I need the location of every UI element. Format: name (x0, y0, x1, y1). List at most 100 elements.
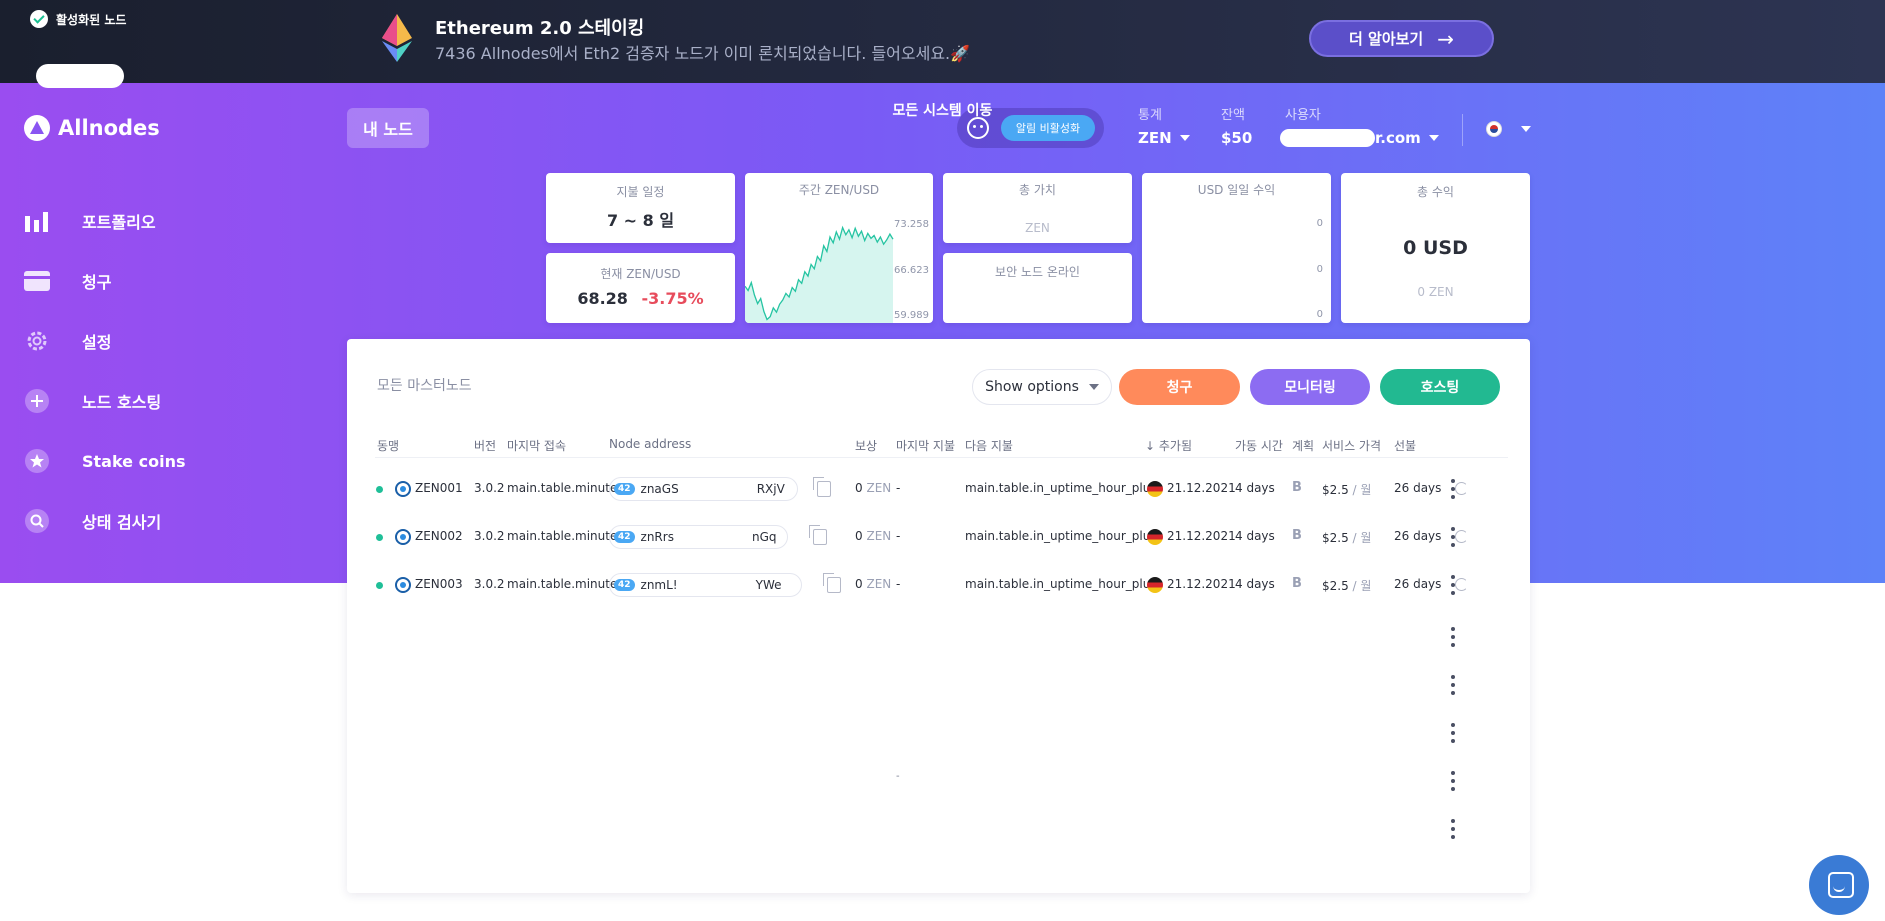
col-last-seen[interactable]: 마지막 접속 (507, 437, 566, 454)
price-value: $2.5 (1322, 531, 1349, 545)
sidebar-item-status-checker[interactable]: 상태 검사기 (24, 508, 161, 534)
sidebar-item-label: Stake coins (82, 451, 186, 471)
row-menu-kebab-icon[interactable] (1443, 573, 1463, 597)
col-uptime[interactable]: 가동 시간 (1235, 437, 1283, 454)
reward-value: 0 (855, 481, 863, 495)
daily-tick-label: 0 (1316, 264, 1323, 275)
row-version: 3.0.2 (474, 529, 505, 543)
daily-tick-label: 0 (1316, 218, 1323, 229)
col-last-paid[interactable]: 마지막 지불 (896, 437, 955, 454)
sidebar-item-settings[interactable]: 설정 (24, 328, 111, 354)
row-reward: 0 ZEN (855, 529, 891, 543)
user-email: r.com (1375, 129, 1421, 147)
price-unit: / 월 (1352, 483, 1372, 497)
billing-button[interactable]: 청구 (1119, 369, 1240, 405)
masternodes-panel: 모든 마스터노드 Show options 청구 모니터링 호스팅 동맹 버전 … (347, 339, 1530, 893)
plan-badge: B (1292, 480, 1302, 495)
learn-more-label: 더 알아보기 (1349, 30, 1424, 48)
bar-chart-icon (24, 208, 50, 234)
row-menu-kebab-icon[interactable] (1443, 721, 1463, 745)
active-nodes-title: 활성화된 노드 (56, 12, 127, 27)
row-next-paid: main.table.in_uptime_hour_plus (965, 577, 1157, 591)
usd-daily-label: USD 일일 수익 (1197, 183, 1276, 197)
table-row[interactable]: ZEN002 3.0.2 main.table.minute - main.table.… (347, 517, 1530, 557)
row-price: $2.5 / 월 (1322, 481, 1371, 498)
current-price-card: 현재 ZEN/USD 68.28 -3.75% (546, 253, 735, 323)
monitoring-button[interactable]: 모니터링 (1250, 369, 1370, 405)
chevron-down-icon (1088, 384, 1099, 390)
row-menu-kebab-icon[interactable] (1443, 625, 1463, 649)
row-added-date: 21.12.2021 (1167, 481, 1236, 495)
col-version[interactable]: 버전 (474, 437, 496, 454)
table-row[interactable]: ZEN001 3.0.2 main.table.minute - main.table.… (347, 469, 1530, 509)
chevron-down-icon (1179, 135, 1190, 141)
plan-badge: B (1292, 576, 1302, 591)
hosting-button[interactable]: 호스팅 (1380, 369, 1500, 405)
go-all-systems-link[interactable]: 모든 시스템 이동 (0, 100, 1885, 120)
language-chevron-down-icon[interactable] (1521, 126, 1531, 132)
learn-more-button[interactable]: 더 알아보기 → (1309, 20, 1494, 57)
copy-icon[interactable] (823, 573, 841, 593)
total-value-unit: ZEN (1025, 221, 1050, 235)
faded-last-paid: - (896, 771, 900, 782)
total-value-label: 총 가치 (1019, 183, 1056, 197)
online-status-dot (376, 582, 383, 589)
sidebar-item-label: 청구 (82, 273, 112, 292)
sidebar-item-label: 포트폴리오 (82, 213, 156, 232)
plan-badge: B (1292, 528, 1302, 543)
node-address-pill[interactable]: 42 znaGS RXjV (609, 477, 798, 501)
row-menu-kebab-icon[interactable] (1443, 769, 1463, 793)
address-prefix: znaGS (640, 482, 679, 496)
active-count-redaction (36, 64, 124, 88)
row-last-paid: - (896, 529, 901, 543)
price-area (745, 227, 893, 323)
chat-widget-button[interactable] (1809, 855, 1869, 915)
stats-dropdown[interactable]: ZEN (1138, 129, 1190, 147)
sidebar-item-stake-coins[interactable]: Stake coins (24, 448, 185, 474)
row-menu-kebab-icon[interactable] (1443, 477, 1463, 501)
sidebar-item-label: 상태 검사기 (82, 513, 162, 532)
address-prefix: znmL! (640, 578, 678, 592)
row-reward: 0 ZEN (855, 481, 891, 495)
col-prepaid[interactable]: 선불 (1394, 437, 1416, 454)
germany-flag-icon (1147, 529, 1163, 545)
copy-icon[interactable] (813, 477, 831, 497)
col-added[interactable]: ↓ 추가됨 (1145, 437, 1192, 454)
price-value: $2.5 (1322, 483, 1349, 497)
row-menu-kebab-icon[interactable] (1443, 525, 1463, 549)
korea-flag-icon[interactable] (1486, 121, 1502, 137)
row-menu-kebab-icon[interactable] (1443, 673, 1463, 697)
col-reward[interactable]: 보상 (855, 437, 877, 454)
table-row[interactable]: ZEN003 3.0.2 main.table.minute - main.table.… (347, 565, 1530, 605)
sidebar-item-label: 설정 (82, 333, 112, 352)
node-address-pill[interactable]: 42 znmL! YWe (609, 573, 802, 597)
zen-badge-icon: 42 (614, 579, 635, 591)
row-prepaid: 26 days (1394, 529, 1442, 543)
row-uptime: 4 days (1235, 577, 1275, 591)
horizen-coin-icon (395, 529, 411, 545)
col-plan[interactable]: 계획 (1292, 437, 1314, 454)
reward-unit: ZEN (866, 481, 892, 495)
daily-tick-label: 0 (1316, 309, 1323, 320)
row-added-date: 21.12.2021 (1167, 529, 1236, 543)
col-address[interactable]: Node address (609, 437, 691, 451)
sidebar-item-host-node[interactable]: 노드 호스팅 (24, 388, 161, 414)
chart-tick-label: 59.989 (894, 310, 929, 321)
row-menu-kebab-icon[interactable] (1443, 817, 1463, 841)
col-price[interactable]: 서비스 가격 (1322, 437, 1381, 454)
total-earnings-card: 총 수익 0 USD 0 ZEN (1341, 173, 1530, 323)
copy-icon[interactable] (809, 525, 827, 545)
col-next-paid[interactable]: 다음 지불 (965, 437, 1013, 454)
zen-badge-icon: 42 (614, 483, 635, 495)
germany-flag-icon (1147, 577, 1163, 593)
row-alias: ZEN002 (415, 529, 463, 543)
germany-flag-icon (1147, 481, 1163, 497)
show-options-dropdown[interactable]: Show options (972, 369, 1112, 405)
sidebar-item-portfolio[interactable]: 포트폴리오 (24, 208, 156, 234)
price-unit: / 월 (1352, 531, 1372, 545)
node-address-pill[interactable]: 42 znRrs nGq (609, 525, 788, 549)
col-alias[interactable]: 동맹 (377, 437, 399, 454)
user-dropdown[interactable]: r.com (1280, 129, 1439, 147)
weekly-price-card: 주간 ZEN/USD 73.258 66.623 59.989 (745, 173, 933, 323)
sidebar-item-billing[interactable]: 청구 (24, 268, 111, 294)
